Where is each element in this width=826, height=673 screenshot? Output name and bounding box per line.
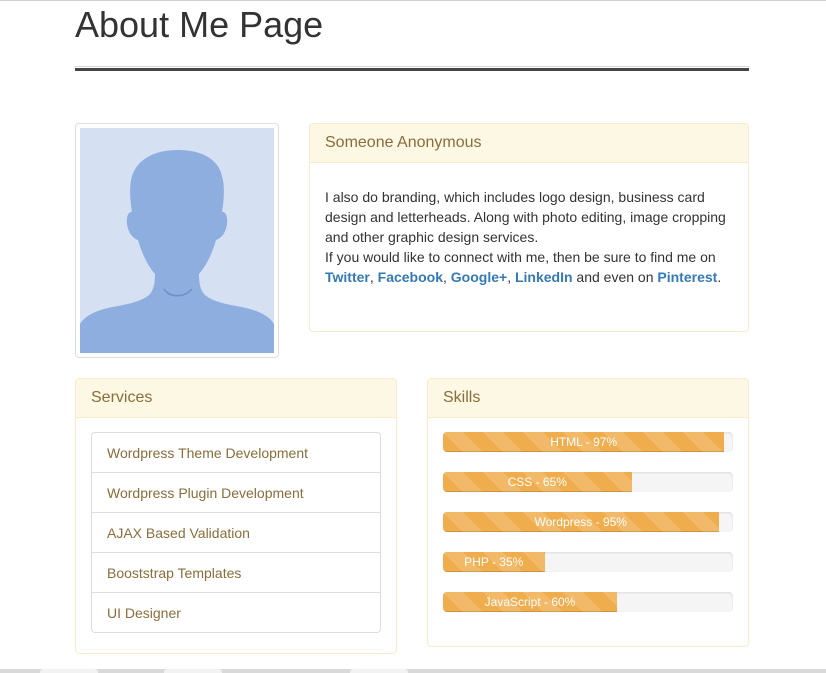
bio-text: I also do branding, which includes logo … xyxy=(325,189,726,245)
skills-panel: Skills HTML - 97% CSS - 65% Wordpress - … xyxy=(427,378,749,647)
facebook-link[interactable]: Facebook xyxy=(378,269,443,285)
skills-list: HTML - 97% CSS - 65% Wordpress - 95% PHP… xyxy=(443,432,733,632)
page-title: About Me Page xyxy=(75,4,324,45)
period: . xyxy=(717,269,722,285)
taskbar-strip xyxy=(0,669,826,673)
skill-progress-bar: CSS - 65% xyxy=(443,472,632,492)
skill-progress: CSS - 65% xyxy=(443,472,733,492)
skill-progress: JavaScript - 60% xyxy=(443,592,733,612)
list-item[interactable]: Wordpress Theme Development xyxy=(91,432,381,473)
skill-progress: PHP - 35% xyxy=(443,552,733,572)
avatar-placeholder-icon xyxy=(80,128,274,353)
taskbar-tab[interactable] xyxy=(40,669,98,673)
skill-progress-bar: HTML - 97% xyxy=(443,432,725,452)
title-divider xyxy=(75,68,749,71)
list-item[interactable]: Booststrap Templates xyxy=(91,552,381,593)
skills-panel-heading: Skills xyxy=(428,379,748,418)
taskbar-tab[interactable] xyxy=(350,669,408,673)
bio-connect-text: If you would like to connect with me, th… xyxy=(325,249,716,265)
twitter-link[interactable]: Twitter xyxy=(325,269,370,285)
bio-connect: If you would like to connect with me, th… xyxy=(325,247,733,287)
services-panel-heading: Services xyxy=(76,379,396,418)
list-item[interactable]: Wordpress Plugin Development xyxy=(91,472,381,513)
pinterest-link[interactable]: Pinterest xyxy=(657,269,717,285)
skill-progress-bar: JavaScript - 60% xyxy=(443,592,617,612)
services-list: Wordpress Theme Development Wordpress Pl… xyxy=(91,432,381,633)
linkedin-link[interactable]: LinkedIn xyxy=(515,269,573,285)
separator: , xyxy=(369,269,378,285)
separator: , xyxy=(507,269,515,285)
skill-progress-bar: Wordpress - 95% xyxy=(443,512,719,532)
list-item[interactable]: AJAX Based Validation xyxy=(91,512,381,553)
profile-photo xyxy=(75,123,279,358)
skill-progress: HTML - 97% xyxy=(443,432,733,452)
about-panel-body: I also do branding, which includes logo … xyxy=(310,163,748,287)
about-panel-heading: Someone Anonymous xyxy=(310,124,748,163)
services-panel: Services Wordpress Theme Development Wor… xyxy=(75,378,397,654)
skill-progress: Wordpress - 95% xyxy=(443,512,733,532)
googleplus-link[interactable]: Google+ xyxy=(451,269,507,285)
taskbar-tab[interactable] xyxy=(164,669,222,673)
title-divider-thin xyxy=(75,66,749,67)
about-panel: Someone Anonymous I also do branding, wh… xyxy=(309,123,749,332)
separator: , xyxy=(443,269,451,285)
skill-progress-bar: PHP - 35% xyxy=(443,552,545,572)
and-even-on-text: and even on xyxy=(572,269,654,285)
list-item[interactable]: UI Designer xyxy=(91,592,381,633)
